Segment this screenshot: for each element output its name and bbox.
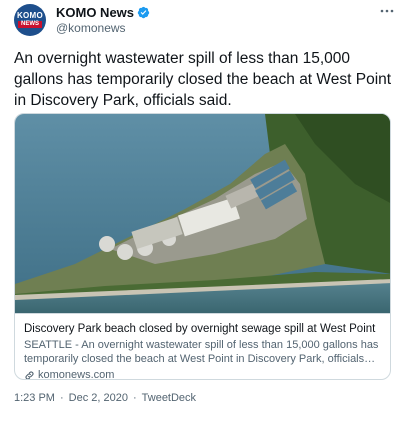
card-link: komonews.com — [24, 368, 383, 380]
meta-separator: · — [132, 392, 137, 404]
avatar[interactable]: KOMO NEWS — [14, 4, 46, 36]
card-description: SEATTLE - An overnight wastewater spill … — [24, 339, 379, 365]
more-options-button[interactable] — [378, 2, 396, 20]
more-icon — [380, 9, 394, 13]
tweet-meta: 1:23 PM · Dec 2, 2020 · TweetDeck — [14, 392, 196, 404]
card-title: Discovery Park beach closed by overnight… — [24, 323, 376, 335]
tweet-time[interactable]: 1:23 PM — [14, 392, 55, 404]
tweet-text: An overnight wastewater spill of less th… — [14, 50, 392, 109]
card-text[interactable]: Discovery Park beach closed by overnight… — [15, 313, 390, 380]
author-handle[interactable]: @komonews — [56, 21, 126, 35]
meta-separator: · — [59, 392, 64, 404]
verified-badge-icon — [137, 6, 150, 19]
link-card[interactable]: Discovery Park beach closed by overnight… — [14, 113, 391, 380]
tweet-date[interactable]: Dec 2, 2020 — [69, 392, 128, 404]
avatar-logo-subtext: NEWS — [18, 21, 42, 28]
link-icon — [25, 370, 34, 379]
author-display-name[interactable]: KOMO News — [56, 5, 134, 20]
tweet: KOMO NEWS KOMO News @komonews An overnig… — [0, 0, 401, 421]
tweet-source[interactable]: TweetDeck — [142, 392, 196, 404]
author-name-row: KOMO News — [56, 5, 150, 20]
avatar-logo-text: KOMO — [16, 11, 44, 20]
card-image[interactable] — [15, 114, 391, 313]
card-domain: komonews.com — [38, 369, 115, 380]
